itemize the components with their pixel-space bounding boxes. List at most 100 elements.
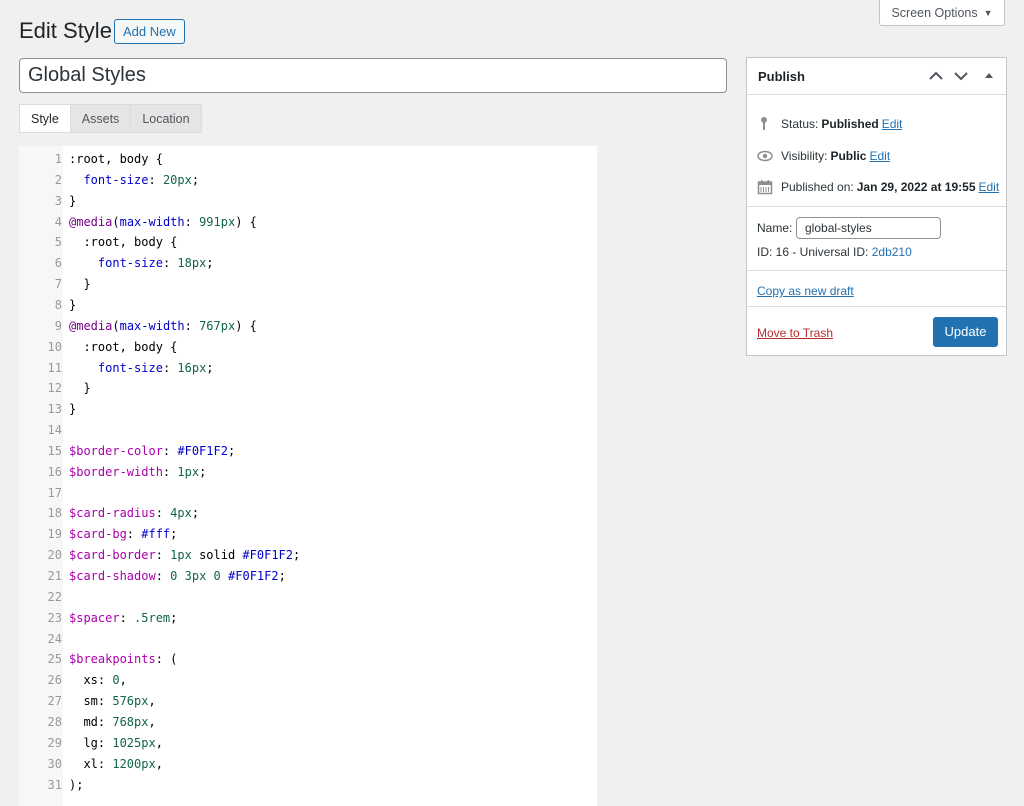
code-text: :root, body { (69, 235, 178, 250)
line-number: 22 (47, 589, 62, 604)
visibility-edit-link[interactable]: Edit (869, 149, 890, 163)
code-text: sm: 576px, (69, 694, 156, 709)
line-number: 9 (54, 318, 62, 333)
slug-name-input[interactable]: global-styles (796, 217, 941, 239)
calendar-icon (757, 179, 773, 195)
line-number: 28 (47, 714, 62, 729)
visibility-value: Public (830, 149, 867, 163)
universal-id: 2db210 (871, 245, 912, 259)
screen-options-label: Screen Options (891, 5, 978, 20)
publish-box: Publish Status: Published Edit Visibilit… (746, 57, 1007, 356)
line-number: 24 (47, 631, 62, 646)
chevron-up-icon[interactable] (927, 67, 945, 85)
code-text: $card-shadow: 0 3px 0 #F0F1F2; (69, 569, 286, 583)
editor-tabs: Style Assets Location (19, 104, 202, 133)
line-number: 17 (47, 485, 62, 500)
line-number: 2 (54, 172, 62, 187)
tab-style[interactable]: Style (19, 104, 71, 133)
line-number: 23 (47, 610, 62, 625)
line-number: 10 (47, 339, 62, 354)
published-on-row: Published on: Jan 29, 2022 at 19:55 Edit (757, 179, 999, 195)
publish-header: Publish (747, 58, 1006, 95)
published-on-value: Jan 29, 2022 at 19:55 (856, 180, 976, 194)
line-number: 16 (47, 464, 62, 479)
line-number: 11 (47, 360, 62, 375)
line-number: 3 (54, 193, 62, 208)
post-title-input[interactable]: Global Styles (19, 58, 727, 93)
visibility-label: Visibility: (781, 149, 828, 163)
code-text: $breakpoints: ( (69, 652, 178, 667)
page-title: Edit Style (19, 18, 112, 43)
line-number: 26 (47, 673, 62, 688)
status-label: Status: (781, 117, 819, 131)
line-number: 25 (47, 652, 62, 667)
code-text: :root, body { (69, 339, 178, 354)
line-number: 14 (47, 423, 62, 438)
line-number: 19 (47, 527, 62, 542)
line-number: 31 (47, 777, 62, 792)
line-number: 12 (47, 381, 62, 396)
divider (747, 306, 1006, 307)
code-text: } (69, 402, 77, 417)
status-edit-link[interactable]: Edit (882, 117, 903, 131)
code-text: } (69, 193, 77, 208)
copy-as-draft-link[interactable]: Copy as new draft (757, 284, 854, 298)
published-edit-link[interactable]: Edit (979, 180, 1000, 194)
code-text: font-size: 18px; (97, 256, 214, 271)
line-number: 7 (54, 277, 62, 292)
line-number: 13 (47, 402, 62, 417)
add-new-button[interactable]: Add New (114, 19, 185, 44)
code-text: ); (69, 777, 84, 792)
line-number: 21 (47, 569, 62, 583)
code-text: } (69, 297, 77, 312)
code-text: font-size: 16px; (97, 360, 214, 375)
status-row: Status: Published Edit (757, 116, 902, 132)
line-number: 8 (54, 297, 62, 312)
tab-assets[interactable]: Assets (69, 104, 132, 133)
code-text: } (69, 381, 91, 396)
id-text: ID: 16 - Universal ID: (757, 245, 869, 259)
line-number: 1 (54, 152, 62, 166)
id-line: ID: 16 - Universal ID: 2db210 (757, 245, 912, 259)
tab-location[interactable]: Location (130, 104, 202, 133)
update-button[interactable]: Update (933, 317, 998, 347)
screen-options-button[interactable]: Screen Options ▼ (879, 0, 1005, 26)
code-text: xl: 1200px, (69, 756, 163, 771)
line-number: 18 (47, 506, 62, 521)
toggle-panel-icon[interactable] (980, 67, 998, 85)
line-number: 29 (47, 735, 62, 750)
status-value: Published (821, 117, 879, 131)
published-on-label: Published on: (781, 180, 854, 194)
code-text: $card-bg: #fff; (69, 527, 178, 542)
code-text: xs: 0, (69, 673, 127, 688)
code-text: @media(max-width: 767px) { (69, 318, 257, 333)
code-text: $card-radius: 4px; (69, 506, 200, 521)
line-number: 6 (54, 256, 62, 271)
code-text: md: 768px, (69, 714, 156, 729)
code-text: $border-width: 1px; (69, 464, 207, 479)
line-number: 27 (47, 694, 62, 709)
code-text: :root, body { (69, 152, 163, 166)
visibility-row: Visibility: Public Edit (757, 148, 890, 164)
divider (747, 206, 1006, 207)
pin-icon (757, 116, 773, 132)
code-text: $border-color: #F0F1F2; (69, 443, 236, 458)
publish-title: Publish (758, 69, 805, 84)
caret-down-icon: ▼ (983, 7, 993, 18)
line-number: 15 (47, 443, 62, 458)
line-number: 20 (47, 548, 62, 563)
name-label: Name: (757, 221, 793, 235)
code-text: $spacer: .5rem; (69, 610, 178, 625)
code-text: $card-border: 1px solid #F0F1F2; (69, 548, 301, 563)
line-number: 30 (47, 756, 62, 771)
chevron-down-icon[interactable] (952, 67, 970, 85)
line-number: 4 (54, 214, 62, 229)
divider (747, 270, 1006, 271)
move-to-trash-link[interactable]: Move to Trash (757, 326, 833, 340)
code-text: lg: 1025px, (69, 735, 163, 750)
code-text: font-size: 20px; (83, 172, 200, 187)
code-text: @media(max-width: 991px) { (69, 214, 257, 229)
eye-icon (757, 148, 773, 164)
code-text: } (69, 277, 91, 292)
code-editor[interactable]: 1 :root, body { 2 font-size: 20px; 3} 4 @medi… (19, 146, 597, 806)
